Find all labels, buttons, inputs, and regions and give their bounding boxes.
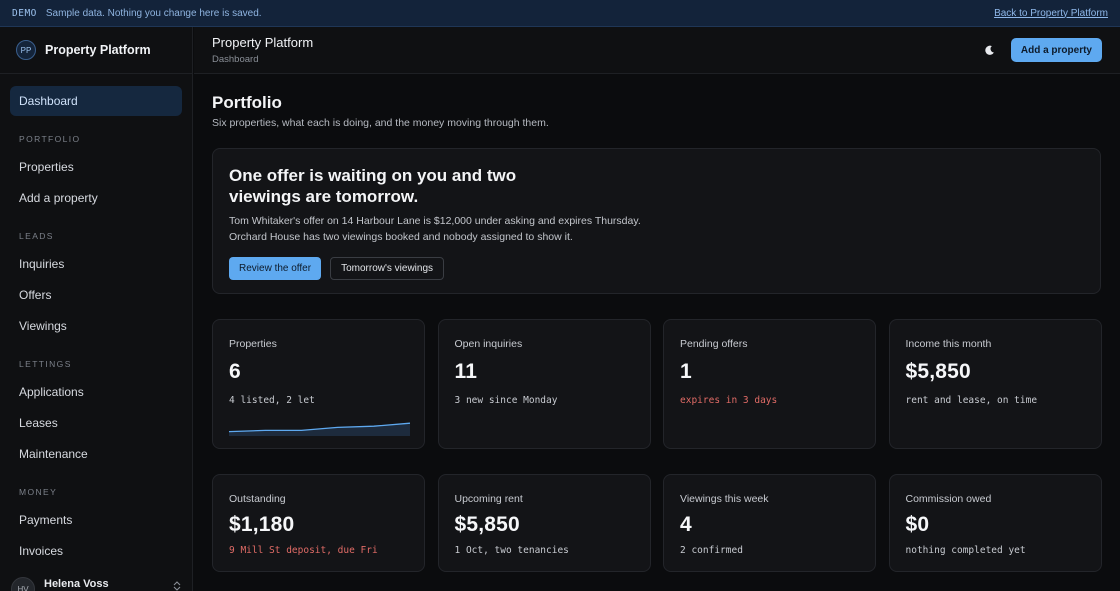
- stat-note-alert: 9 Mill St deposit, due Fri: [229, 545, 378, 556]
- stat-card-outstanding[interactable]: Outstanding $1,180 9 Mill St deposit, du…: [212, 474, 425, 572]
- sidebar-item-maintenance[interactable]: Maintenance: [10, 439, 182, 469]
- user-profile[interactable]: HV Helena Voss: [0, 572, 192, 591]
- properties-sparkline: [229, 422, 410, 436]
- page-subtitle: Six properties, what each is doing, and …: [212, 117, 549, 129]
- stat-card-commission-owed[interactable]: Commission owed $0 nothing completed yet: [888, 474, 1102, 572]
- sidebar-section-money: MONEY: [19, 487, 58, 497]
- sidebar-section-lettings: LETTINGS: [19, 359, 72, 369]
- stat-label: Commission owed: [905, 493, 992, 505]
- tomorrows-viewings-button[interactable]: Tomorrow's viewings: [330, 257, 445, 280]
- attention-title: One offer is waiting on you and two view…: [229, 166, 517, 206]
- breadcrumb: Dashboard: [212, 54, 259, 65]
- stat-label: Outstanding: [229, 493, 286, 505]
- stat-note-alert: expires in 3 days: [680, 395, 778, 406]
- stat-card-viewings-this-week[interactable]: Viewings this week 4 2 confirmed: [663, 474, 876, 572]
- demo-message: Sample data. Nothing you change here is …: [45, 7, 262, 19]
- back-to-platform-link[interactable]: Back to Property Platform: [994, 8, 1108, 19]
- sidebar-item-properties[interactable]: Properties: [10, 152, 182, 182]
- stat-note: nothing completed yet: [905, 545, 1026, 556]
- stat-value: $0: [905, 513, 930, 536]
- stat-label: Upcoming rent: [454, 493, 523, 505]
- sidebar-item-inquiries[interactable]: Inquiries: [10, 249, 182, 279]
- stat-card-income-this-month[interactable]: Income this month $5,850 rent and lease,…: [888, 319, 1102, 449]
- stat-label: Viewings this week: [680, 493, 769, 505]
- sidebar-nav: Dashboard PORTFOLIO Properties Add a pro…: [0, 74, 192, 566]
- review-offer-button[interactable]: Review the offer: [229, 257, 322, 280]
- stat-card-pending-offers[interactable]: Pending offers 1 expires in 3 days: [663, 319, 876, 449]
- user-name: Helena Voss: [44, 578, 109, 590]
- top-header: Property Platform Dashboard Add a proper…: [194, 27, 1120, 74]
- stat-note: 1 Oct, two tenancies: [454, 545, 569, 556]
- demo-tag: DEMO: [12, 7, 37, 19]
- header-title: Property Platform: [212, 35, 314, 50]
- moon-icon[interactable]: [979, 39, 1001, 61]
- demo-banner: DEMO Sample data. Nothing you change her…: [0, 0, 1120, 27]
- attention-text: Tom Whitaker's offer on 14 Harbour Lane …: [229, 213, 679, 245]
- stat-note: 3 new since Monday: [454, 395, 558, 406]
- brand-logo: PP: [16, 40, 36, 60]
- sidebar-item-payments[interactable]: Payments: [10, 505, 182, 535]
- stat-value: 6: [229, 360, 241, 383]
- sidebar-item-invoices[interactable]: Invoices: [10, 536, 182, 566]
- sidebar-item-applications[interactable]: Applications: [10, 377, 182, 407]
- stat-note: rent and lease, on time: [905, 395, 1038, 406]
- sidebar-item-viewings[interactable]: Viewings: [10, 311, 182, 341]
- sidebar-item-leases[interactable]: Leases: [10, 408, 182, 438]
- stat-label: Pending offers: [680, 338, 748, 350]
- sidebar-item-add-property[interactable]: Add a property: [10, 183, 182, 213]
- stat-note: 2 confirmed: [680, 545, 743, 556]
- avatar: HV: [11, 577, 35, 591]
- stat-card-upcoming-rent[interactable]: Upcoming rent $5,850 1 Oct, two tenancie…: [437, 474, 651, 572]
- stat-card-properties[interactable]: Properties 6 4 listed, 2 let: [212, 319, 425, 449]
- sidebar: PP Property Platform Dashboard PORTFOLIO…: [0, 27, 193, 591]
- stat-value: $5,850: [905, 360, 971, 383]
- attention-line-viewings: Orchard House has two viewings booked an…: [229, 231, 573, 243]
- stat-card-open-inquiries[interactable]: Open inquiries 11 3 new since Monday: [437, 319, 651, 449]
- stat-value: $5,850: [454, 513, 520, 536]
- stat-value: 4: [680, 513, 692, 536]
- stat-note: 4 listed, 2 let: [229, 395, 315, 406]
- sidebar-item-dashboard[interactable]: Dashboard: [10, 86, 182, 116]
- stat-value: $1,180: [229, 513, 295, 536]
- expand-icon[interactable]: [172, 580, 182, 591]
- page-title: Portfolio: [212, 93, 282, 112]
- sidebar-section-portfolio: PORTFOLIO: [19, 134, 81, 144]
- attention-card: One offer is waiting on you and two view…: [212, 148, 1101, 294]
- stat-value: 1: [680, 360, 692, 383]
- attention-line-offer: Tom Whitaker's offer on 14 Harbour Lane …: [229, 215, 641, 227]
- sidebar-item-offers[interactable]: Offers: [10, 280, 182, 310]
- stat-label: Properties: [229, 338, 277, 350]
- stat-label: Income this month: [905, 338, 992, 350]
- sidebar-section-leads: LEADS: [19, 231, 54, 241]
- add-property-button[interactable]: Add a property: [1010, 38, 1102, 62]
- stats-row-primary: Properties 6 4 listed, 2 let Open inquir…: [212, 319, 1102, 449]
- brand-name: Property Platform: [45, 43, 151, 57]
- brand[interactable]: PP Property Platform: [0, 27, 192, 74]
- main-content: Portfolio Six properties, what each is d…: [212, 74, 1102, 572]
- stats-row-money: Outstanding $1,180 9 Mill St deposit, du…: [212, 474, 1102, 572]
- stat-value: 11: [454, 360, 478, 383]
- stat-label: Open inquiries: [454, 338, 523, 350]
